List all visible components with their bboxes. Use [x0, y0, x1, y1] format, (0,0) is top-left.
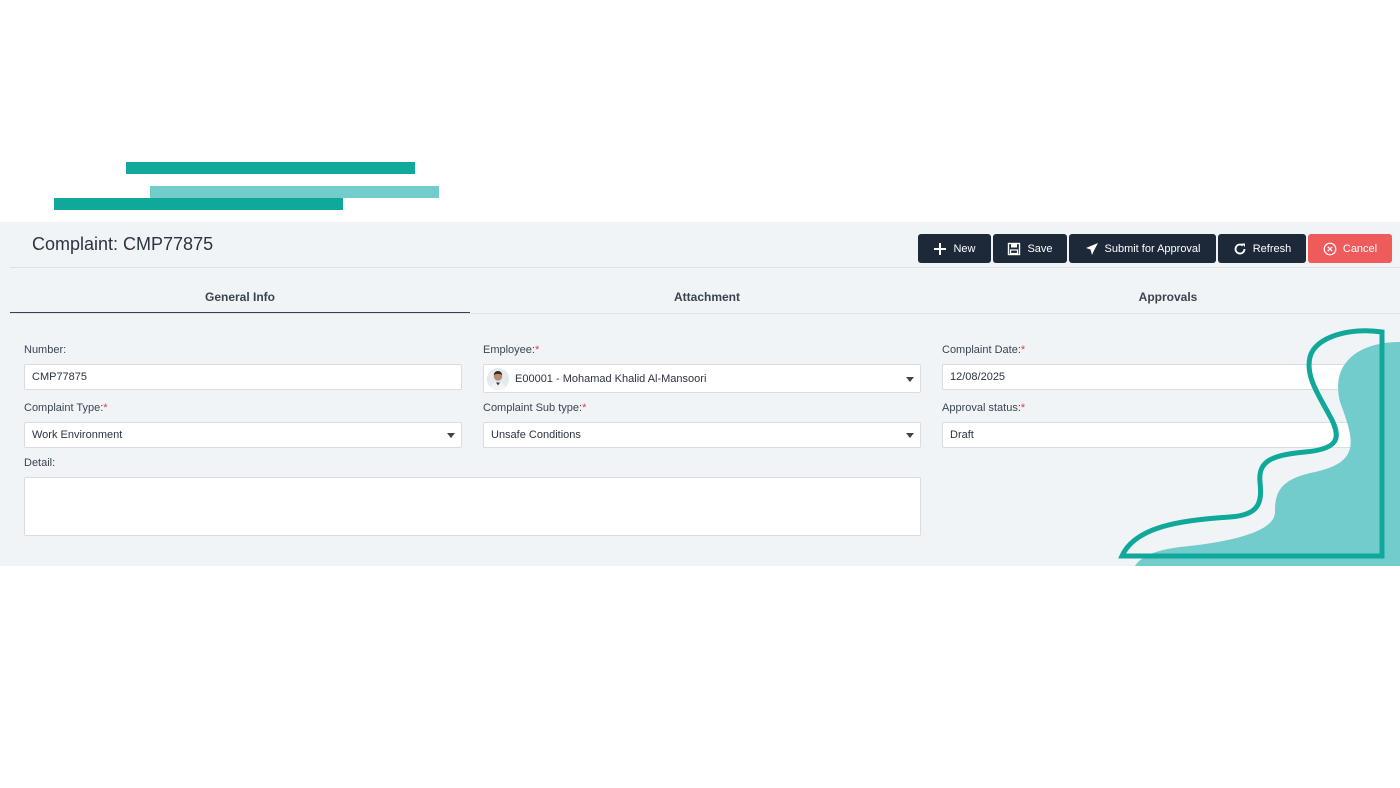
approval-status-label-text: Approval status: — [942, 402, 1021, 414]
tab-general-info[interactable]: General Info — [10, 282, 470, 314]
chevron-down-icon — [447, 433, 455, 438]
employee-label: Employee:* — [483, 344, 539, 356]
close-circle-icon — [1323, 242, 1337, 256]
complaint-sub-type-select[interactable]: Unsafe Conditions — [483, 422, 921, 448]
decorative-wave-shape — [1118, 328, 1400, 566]
detail-textarea[interactable] — [24, 477, 921, 536]
decorative-bar-top — [126, 162, 415, 174]
tab-approvals[interactable]: Approvals — [938, 282, 1398, 312]
save-button[interactable]: Save — [993, 234, 1067, 263]
required-marker: * — [1020, 402, 1026, 414]
chevron-down-icon — [906, 376, 914, 382]
submit-button-label: Submit for Approval — [1104, 242, 1201, 255]
new-button[interactable]: New — [918, 234, 991, 263]
employee-select[interactable]: E00001 - Mohamad Khalid Al-Mansoori — [483, 364, 921, 393]
detail-label: Detail: — [24, 457, 55, 469]
number-field[interactable]: CMP77875 — [24, 364, 462, 390]
new-button-label: New — [953, 242, 976, 255]
approval-status-label: Approval status:* — [942, 402, 1025, 414]
plus-icon — [933, 242, 947, 256]
complaint-type-label: Complaint Type:* — [24, 402, 108, 414]
header-divider — [10, 267, 1400, 268]
employee-value: E00001 - Mohamad Khalid Al-Mansoori — [515, 372, 707, 385]
refresh-button-label: Refresh — [1252, 242, 1292, 255]
chevron-down-icon — [906, 433, 914, 438]
complaint-date-value: 12/08/2025 — [950, 371, 1006, 383]
complaint-sub-type-value: Unsafe Conditions — [491, 429, 581, 441]
tab-attachment[interactable]: Attachment — [477, 282, 937, 312]
employee-avatar — [487, 367, 509, 390]
complaint-type-select[interactable]: Work Environment — [24, 422, 462, 448]
page-title: Complaint: CMP77875 — [32, 234, 214, 254]
required-marker: * — [103, 402, 108, 414]
complaint-form-panel: Complaint: CMP77875 New Save Submit for … — [0, 222, 1400, 566]
required-marker: * — [1020, 344, 1026, 356]
complaint-sub-type-label: Complaint Sub type:* — [483, 402, 586, 414]
decorative-bar-middle — [150, 186, 439, 198]
refresh-icon — [1233, 242, 1247, 256]
complaint-date-label-text: Complaint Date: — [942, 344, 1021, 356]
complaint-type-value: Work Environment — [32, 429, 123, 441]
number-value: CMP77875 — [32, 371, 88, 383]
complaint-type-label-text: Complaint Type: — [24, 402, 104, 414]
paper-plane-icon — [1085, 242, 1099, 256]
required-marker: * — [534, 344, 540, 356]
tab-bar: General Info Attachment Approvals — [10, 282, 1400, 314]
complaint-date-label: Complaint Date:* — [942, 344, 1025, 356]
toolbar: New Save Submit for Approval Refresh Can… — [918, 234, 1392, 263]
floppy-disk-icon — [1007, 242, 1021, 256]
tab-divider — [10, 313, 1400, 314]
refresh-button[interactable]: Refresh — [1218, 234, 1306, 263]
employee-label-text: Employee: — [483, 344, 535, 356]
submit-for-approval-button[interactable]: Submit for Approval — [1069, 234, 1216, 263]
number-label-text: Number: — [24, 344, 67, 356]
cancel-button-label: Cancel — [1342, 242, 1378, 255]
approval-status-value: Draft — [950, 429, 974, 441]
cancel-button[interactable]: Cancel — [1308, 234, 1392, 263]
required-marker: * — [582, 402, 587, 414]
decorative-bar-bottom — [54, 198, 343, 210]
number-label: Number: — [24, 344, 66, 356]
detail-label-text: Detail: — [24, 457, 56, 469]
save-button-label: Save — [1027, 242, 1053, 255]
complaint-sub-type-label-text: Complaint Sub type: — [483, 402, 583, 414]
